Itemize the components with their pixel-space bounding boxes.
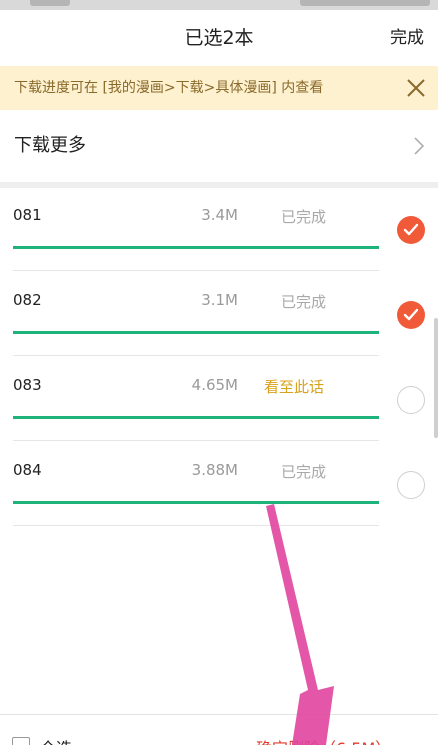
checkbox-icon (12, 737, 30, 745)
download-more-row[interactable]: 下载更多 (0, 110, 438, 182)
done-button[interactable]: 完成 (390, 10, 424, 66)
chapter-size: 3.1M (201, 291, 238, 309)
download-more-label: 下载更多 (14, 135, 86, 156)
chapter-status: 已完成 (281, 208, 327, 226)
download-progress-bar (13, 501, 379, 504)
checkmark-icon[interactable] (397, 301, 425, 329)
unchecked-circle-icon[interactable] (397, 386, 425, 414)
confirm-delete-button[interactable]: 确定删除（6.5M） (256, 735, 391, 745)
chapter-size: 3.4M (201, 206, 238, 224)
select-all-label: 全选 (40, 735, 72, 745)
row-divider (13, 270, 379, 271)
download-progress-bar (13, 416, 379, 419)
status-bar-right-icons (300, 0, 430, 6)
chapter-number: 082 (13, 291, 42, 309)
chapter-number: 083 (13, 376, 42, 394)
row-divider (13, 525, 379, 526)
notice-text: 下载进度可在 [我的漫画>下载>具体漫画] 内查看 (14, 80, 324, 96)
chapter-row[interactable]: 081 3.4M 已完成 (0, 188, 438, 273)
page-title: 已选2本 (184, 27, 254, 49)
scrollbar[interactable] (434, 318, 438, 438)
chapter-list: 081 3.4M 已完成 082 3.1M 已完成 083 4.65M 看至此话… (0, 188, 438, 528)
chapter-row[interactable]: 083 4.65M 看至此话 (0, 358, 438, 443)
chapter-row[interactable]: 084 3.88M 已完成 (0, 443, 438, 528)
status-bar (0, 0, 438, 10)
unchecked-circle-icon[interactable] (397, 471, 425, 499)
chapter-number: 084 (13, 461, 42, 479)
row-divider (13, 440, 379, 441)
nav-bar: 已选2本 完成 (0, 10, 438, 66)
chapter-row[interactable]: 082 3.1M 已完成 (0, 273, 438, 358)
bottom-action-bar: 全选 确定删除（6.5M） (0, 714, 438, 745)
download-notice-banner: 下载进度可在 [我的漫画>下载>具体漫画] 内查看 (0, 66, 438, 110)
chevron-right-icon (412, 136, 426, 156)
download-progress-bar (13, 331, 379, 334)
chapter-status: 已完成 (281, 463, 327, 481)
download-progress-bar (13, 246, 379, 249)
checkmark-icon[interactable] (397, 216, 425, 244)
chapter-status: 看至此话 (264, 378, 325, 396)
close-icon[interactable] (402, 74, 430, 102)
chapter-number: 081 (13, 206, 42, 224)
chapter-status: 已完成 (281, 293, 327, 311)
status-bar-left-icons (30, 0, 70, 6)
chapter-size: 4.65M (191, 376, 238, 394)
chapter-size: 3.88M (191, 461, 238, 479)
row-divider (13, 355, 379, 356)
